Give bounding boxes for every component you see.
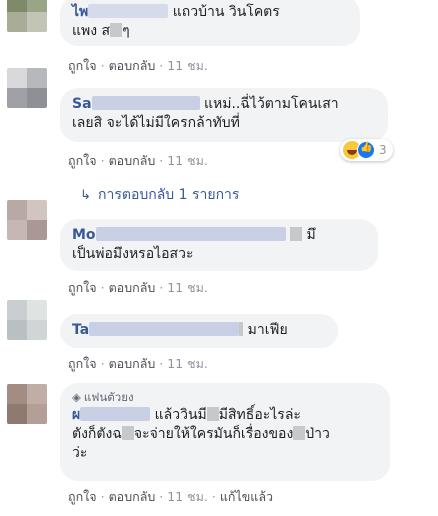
comment-text: มีสิทธิ์อะไรล่ะ [218,407,301,423]
like-link[interactable]: ถูกใจ [68,489,97,504]
comment-actions: ถูกใจ · ตอบกลับ · 11 ชม. [68,278,208,298]
comment-actions: ถูกใจ · ตอบกลับ · 11 ชม. [68,56,208,76]
avatar[interactable] [7,0,47,32]
separator: · [100,489,105,504]
separator: · [159,153,164,168]
separator: · [100,58,105,73]
like-icon [357,141,375,159]
timestamp[interactable]: 11 ชม. [167,58,208,73]
comment-actions: ถูกใจ · ตอบกลับ · 11 ชม. · แก้ไขแล้ว [68,487,273,507]
comment-text: แล้ววินมี [154,407,207,423]
edited-link[interactable]: แก้ไขแล้ว [220,489,273,504]
top-fan-badge: ◈ แฟนตัวยง [72,390,378,405]
redacted-block [206,407,219,421]
comment-text: จะจ่ายให้ใครมันก็เรื่องของ [133,426,294,442]
redacted-block [293,426,306,440]
comment-text: มึ [306,227,316,243]
commenter-name[interactable]: Ta [72,322,240,338]
separator: · [211,489,216,504]
separator: · [159,489,164,504]
reply-link[interactable]: ตอบกลับ [109,58,156,73]
avatar[interactable] [7,300,47,340]
separator: · [159,356,164,371]
reply-link[interactable]: ตอบกลับ [109,489,156,504]
reaction-count: 3 [379,143,387,157]
comment-text: ตังก็ตังฉ [72,426,122,442]
comment-text: เลยสิ จะได้ไม่มีใครกล้าทับที่ [72,115,240,131]
comment-bubble: ไพ แถวบ้าน วินโคตร แพง ส ๆ [60,0,360,46]
comment-text: แถวบ้าน วินโคตร [172,4,280,20]
commenter-name[interactable]: ไพ [72,4,169,20]
comment-text: แพง ส [72,23,111,39]
timestamp[interactable]: 11 ชม. [167,356,208,371]
comment-bubble: Mo มึ เป็นพ่อมึงหรอไอสวะ [60,219,378,271]
comment-text: เป็นพ่อมึงหรอไอสวะ [72,246,194,262]
avatar[interactable] [7,200,47,240]
redacted-block [239,322,244,336]
reply-link[interactable]: ตอบกลับ [109,280,156,295]
timestamp[interactable]: 11 ชม. [167,280,208,295]
separator: · [159,280,164,295]
redacted-block [121,426,134,440]
like-link[interactable]: ถูกใจ [68,153,97,168]
reaction-summary[interactable]: 3 [340,139,393,161]
separator: · [100,280,105,295]
view-replies-label: การตอบกลับ 1 รายการ [98,187,240,203]
avatar[interactable] [7,384,47,424]
separator: · [100,153,105,168]
reply-link[interactable]: ตอบกลับ [109,153,156,168]
timestamp[interactable]: 11 ชม. [167,489,208,504]
separator: · [100,356,105,371]
reply-arrow-icon: ↳ [80,188,91,203]
comment-bubble: Ta มาเฟีย [60,314,338,348]
commenter-name[interactable]: Mo [72,227,286,243]
avatar[interactable] [7,68,47,108]
like-link[interactable]: ถูกใจ [68,280,97,295]
comment-bubble: Sa แหม่..ฉี่ไว้ตามโคนเสา เลยสิ จะได้ไม่ม… [60,88,388,142]
comment-actions: ถูกใจ · ตอบกลับ · 11 ชม. [68,354,208,374]
comment-text: แหม่..ฉี่ไว้ตามโคนเสา [203,96,339,112]
like-link[interactable]: ถูกใจ [68,58,97,73]
redacted-block [110,23,123,37]
reply-link[interactable]: ตอบกลับ [109,356,156,371]
commenter-name[interactable]: ผ [72,407,151,423]
view-replies-link[interactable]: ↳ การตอบกลับ 1 รายการ [80,184,239,206]
badge-label: แฟนตัวยง [83,390,134,404]
comment-text: มาเฟีย [247,322,288,338]
comment-actions: ถูกใจ · ตอบกลับ · 11 ชม. [68,151,208,171]
comment-text: ๆ [122,23,130,39]
diamond-icon: ◈ [72,390,81,404]
separator: · [159,58,164,73]
comment-text: ว่ะ [72,445,88,461]
redacted-block [290,227,303,241]
comment-text: ป่าว [305,426,330,442]
timestamp[interactable]: 11 ชม. [167,153,208,168]
commenter-name[interactable]: Sa [72,96,200,112]
like-link[interactable]: ถูกใจ [68,356,97,371]
comment-bubble: ◈ แฟนตัวยง ผ แล้ววินมี มีสิทธิ์อะไรล่ะ ตัง… [60,383,390,481]
